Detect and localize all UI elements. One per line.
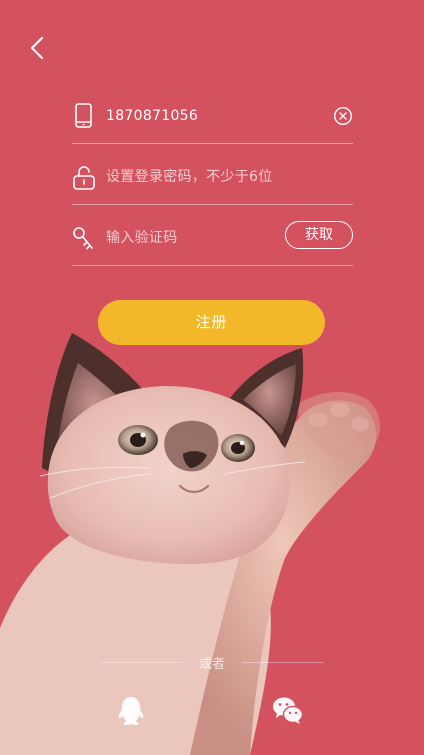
divider-line-right — [242, 662, 324, 663]
code-input[interactable]: 输入验证码 — [106, 228, 178, 248]
clear-circle-icon[interactable] — [333, 106, 353, 126]
wechat-icon — [273, 697, 304, 724]
or-divider: 或者 — [100, 652, 324, 674]
phone-icon — [75, 103, 92, 128]
chevron-left-icon — [31, 37, 43, 59]
password-row: 设置登录密码，不少于6位 — [72, 158, 353, 205]
register-button[interactable]: 注册 — [98, 300, 325, 345]
phone-row: 1870871056 — [72, 97, 353, 144]
qq-login-button[interactable] — [114, 694, 148, 728]
wechat-login-button[interactable] — [271, 694, 305, 728]
back-button[interactable] — [26, 34, 50, 62]
qq-icon — [118, 697, 144, 726]
get-code-button[interactable]: 获取 — [285, 221, 353, 249]
password-input[interactable]: 设置登录密码，不少于6位 — [106, 167, 273, 187]
cat-image — [0, 333, 380, 755]
code-row: 输入验证码 获取 — [72, 219, 353, 266]
unlock-icon — [73, 166, 95, 190]
key-icon — [73, 227, 93, 250]
phone-input[interactable]: 1870871056 — [106, 106, 198, 126]
